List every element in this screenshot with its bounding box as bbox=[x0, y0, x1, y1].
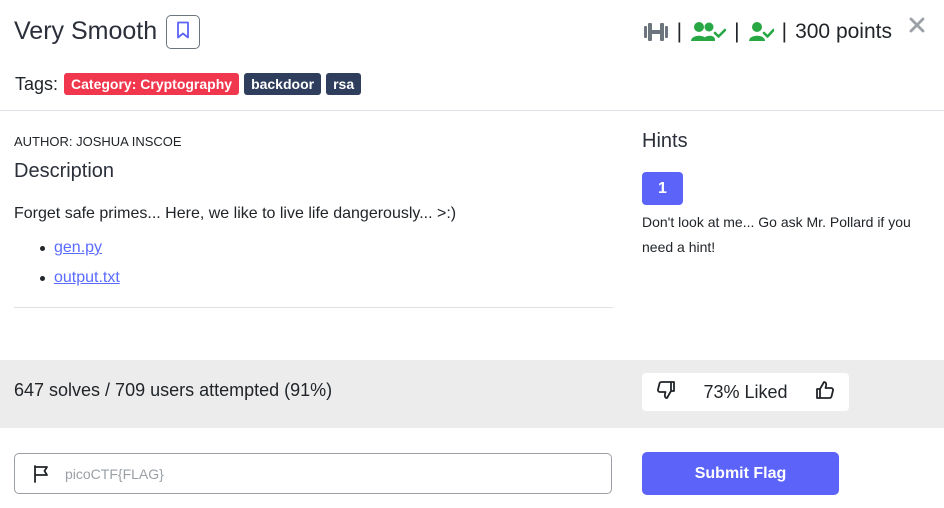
author-label: AUTHOR: JOSHUA INSCOE bbox=[14, 134, 182, 149]
divider bbox=[14, 307, 613, 308]
stats-bar: 647 solves / 709 users attempted (91%) 7… bbox=[0, 360, 944, 428]
submit-flag-button[interactable]: Submit Flag bbox=[642, 452, 839, 495]
challenge-title: Very Smooth bbox=[14, 17, 158, 45]
bullet bbox=[40, 275, 45, 281]
file-list: gen.py output.txt bbox=[40, 233, 120, 293]
list-item: output.txt bbox=[40, 263, 120, 293]
meta-separator: | bbox=[734, 20, 740, 43]
hints-heading: Hints bbox=[642, 130, 688, 152]
challenge-header: Very Smooth | | | 300 points Tags: Categ… bbox=[0, 0, 944, 111]
bullet bbox=[40, 245, 45, 251]
user-check-icon bbox=[748, 21, 774, 43]
tags-label: Tags: bbox=[15, 73, 59, 94]
tag-category[interactable]: Category: Cryptography bbox=[64, 73, 240, 95]
dumbbell-icon bbox=[643, 21, 669, 43]
tag-backdoor[interactable]: backdoor bbox=[244, 73, 322, 95]
flag-field bbox=[14, 453, 612, 494]
file-link-gen[interactable]: gen.py bbox=[54, 237, 102, 259]
close-icon bbox=[909, 17, 925, 38]
rating-box: 73% Liked bbox=[642, 373, 849, 411]
liked-percentage: 73% Liked bbox=[703, 381, 788, 402]
solves-stats: 647 solves / 709 users attempted (91%) bbox=[14, 380, 333, 400]
hint-text: Don't look at me... Go ask Mr. Pollard i… bbox=[642, 214, 911, 255]
points-value: 300 points bbox=[795, 20, 892, 43]
description-heading: Description bbox=[14, 160, 115, 182]
flag-input[interactable] bbox=[65, 465, 565, 482]
meta-separator: | bbox=[781, 20, 788, 43]
list-item: gen.py bbox=[40, 233, 120, 263]
tags-row: Tags: Category: Cryptography backdoor rs… bbox=[15, 73, 366, 95]
tag-rsa[interactable]: rsa bbox=[326, 73, 362, 95]
thumbs-down-icon[interactable] bbox=[656, 380, 676, 405]
file-link-output[interactable]: output.txt bbox=[54, 267, 120, 289]
users-check-icon bbox=[690, 21, 727, 43]
hint-button-1[interactable]: 1 bbox=[642, 172, 683, 205]
challenge-meta: | | | 300 points bbox=[643, 17, 892, 47]
thumbs-up-icon[interactable] bbox=[815, 380, 835, 405]
close-button[interactable] bbox=[906, 15, 928, 39]
bookmark-icon bbox=[176, 21, 190, 44]
meta-separator: | bbox=[676, 20, 683, 43]
flag-icon bbox=[33, 464, 49, 483]
description-text: Forget safe primes... Here, we like to l… bbox=[14, 205, 457, 222]
bookmark-button[interactable] bbox=[166, 15, 200, 49]
